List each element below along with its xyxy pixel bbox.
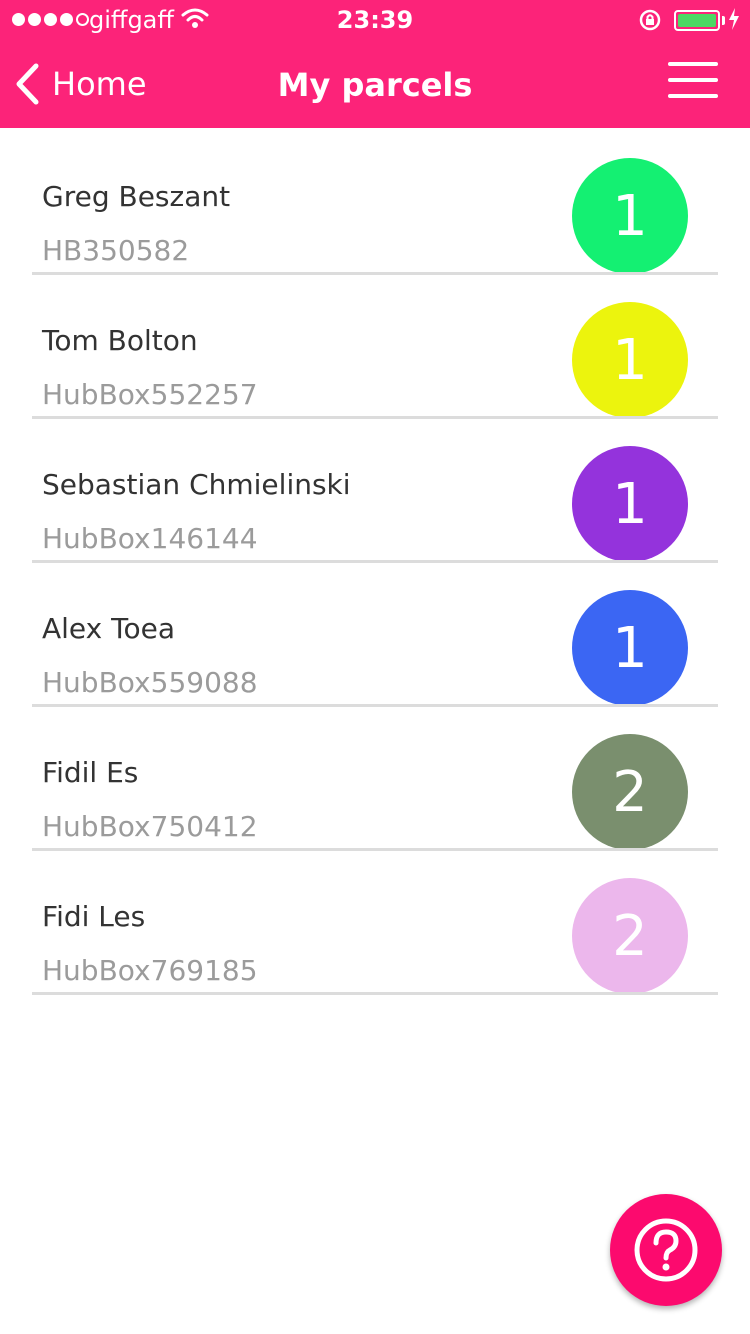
recipient-name: Sebastian Chmielinski xyxy=(42,468,351,501)
parcel-count-badge: 2 xyxy=(572,878,688,994)
page-title: My parcels xyxy=(277,66,473,104)
parcel-list: Greg Beszant HB350582 1 Tom Bolton HubBo… xyxy=(0,128,750,995)
question-circle-icon xyxy=(634,1218,698,1282)
parcel-row[interactable]: Greg Beszant HB350582 1 xyxy=(0,128,750,275)
parcel-count-badge: 2 xyxy=(572,734,688,850)
recipient-name: Alex Toea xyxy=(42,612,175,645)
top-bar: giffgaff 23:39 Home My parcels xyxy=(0,0,750,128)
parcel-count-badge: 1 xyxy=(572,590,688,706)
divider xyxy=(32,992,718,995)
hubbox-id: HubBox552257 xyxy=(42,378,258,411)
status-bar: giffgaff 23:39 xyxy=(0,0,750,40)
parcel-row[interactable]: Alex Toea HubBox559088 1 xyxy=(0,560,750,707)
recipient-name: Greg Beszant xyxy=(42,180,231,213)
recipient-name: Fidi Les xyxy=(42,900,146,933)
hubbox-id: HB350582 xyxy=(42,234,190,267)
hamburger-menu-icon[interactable] xyxy=(666,62,720,102)
charging-icon xyxy=(729,8,739,30)
hubbox-id: HubBox750412 xyxy=(42,810,258,843)
parcel-count-badge: 1 xyxy=(572,158,688,274)
rotation-lock-icon xyxy=(639,9,661,31)
parcel-row[interactable]: Sebastian Chmielinski HubBox146144 1 xyxy=(0,416,750,563)
parcel-row[interactable]: Fidi Les HubBox769185 2 xyxy=(0,848,750,995)
hubbox-id: HubBox146144 xyxy=(42,522,258,555)
hubbox-id: HubBox559088 xyxy=(42,666,258,699)
hubbox-id: HubBox769185 xyxy=(42,954,258,987)
parcel-count-badge: 1 xyxy=(572,446,688,562)
battery-icon xyxy=(674,10,720,31)
parcel-count-badge: 1 xyxy=(572,302,688,418)
parcel-row[interactable]: Fidil Es HubBox750412 2 xyxy=(0,704,750,851)
recipient-name: Fidil Es xyxy=(42,756,139,789)
parcel-row[interactable]: Tom Bolton HubBox552257 1 xyxy=(0,272,750,419)
help-button[interactable] xyxy=(610,1194,722,1306)
recipient-name: Tom Bolton xyxy=(42,324,198,357)
